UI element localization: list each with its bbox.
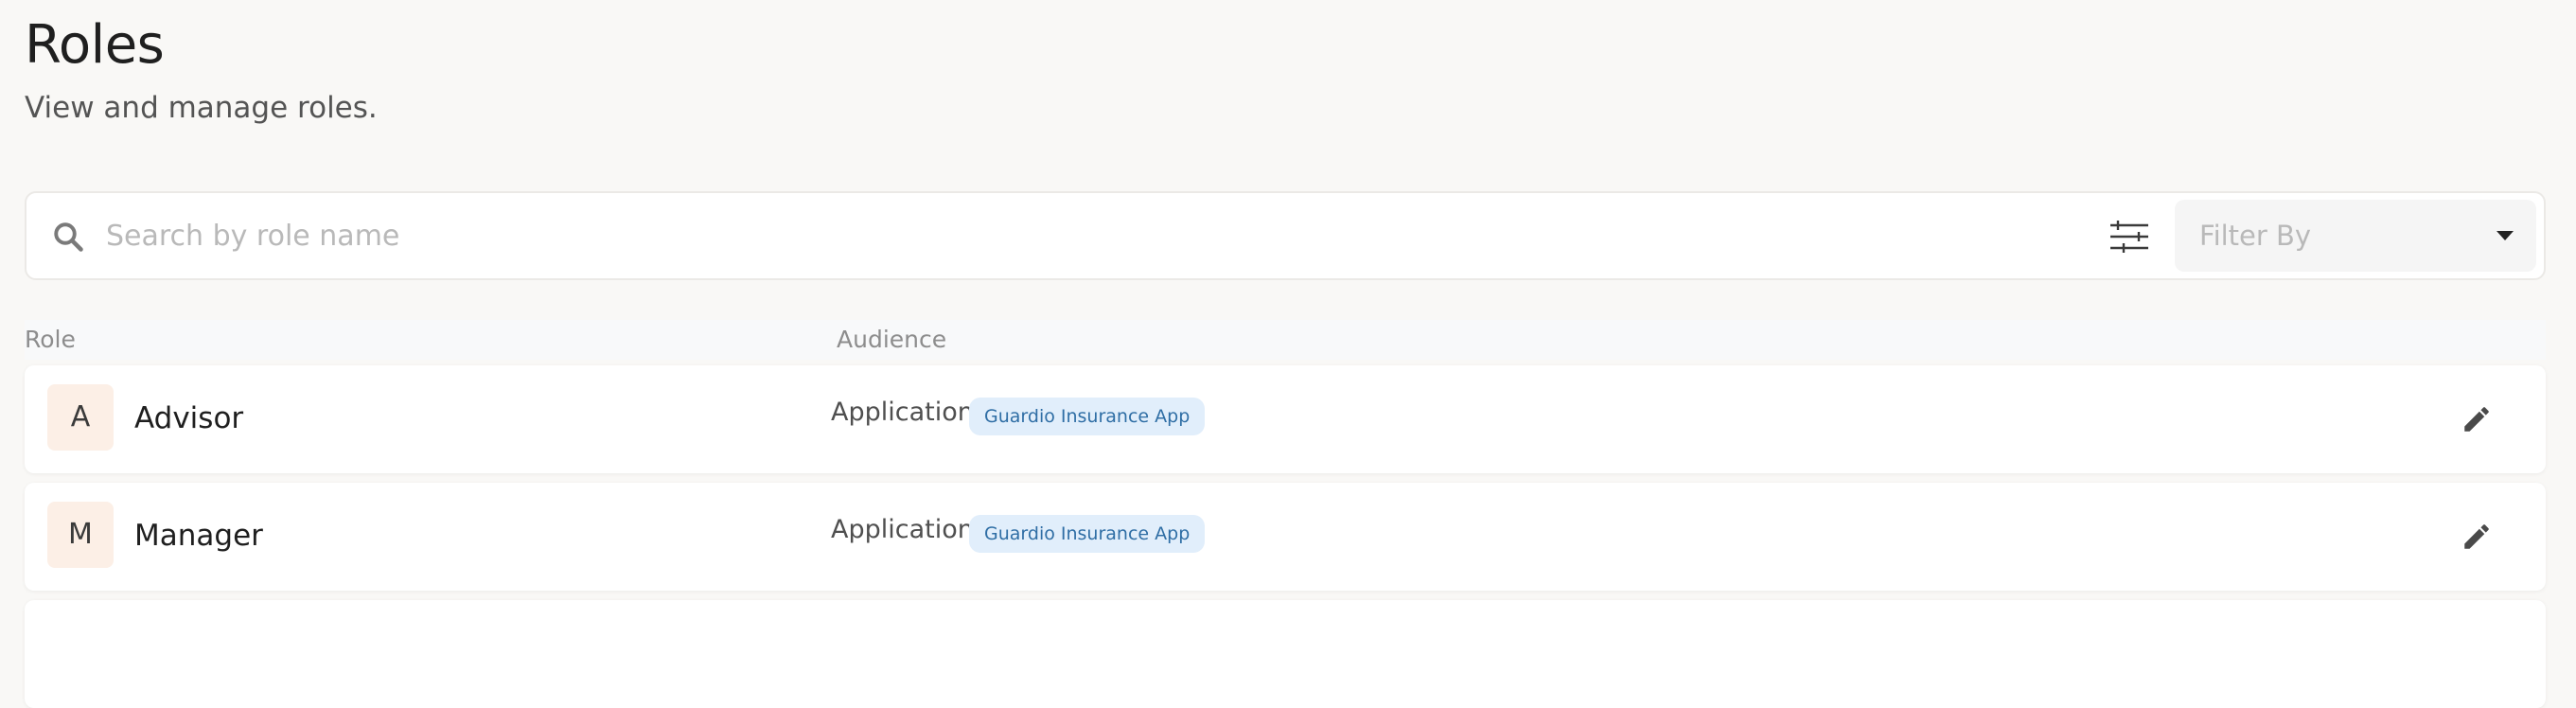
caret-down-icon <box>2497 231 2514 240</box>
table-header: Role Audience <box>25 320 2546 360</box>
role-name: Manager <box>134 519 263 553</box>
search-toolbar: Filter By <box>25 191 2546 280</box>
table-row[interactable]: M Manager Application Guardio Insurance … <box>25 483 2546 591</box>
role-name: Advisor <box>134 401 244 435</box>
column-header-role: Role <box>25 326 76 353</box>
column-header-audience: Audience <box>837 326 947 353</box>
audience-type: Application <box>831 398 974 427</box>
pencil-icon[interactable] <box>2461 403 2493 435</box>
audience-type: Application <box>831 515 974 544</box>
pencil-icon[interactable] <box>2461 521 2493 553</box>
filter-by-dropdown[interactable]: Filter By <box>2175 200 2536 272</box>
audience-app-badge: Guardio Insurance App <box>969 398 1206 435</box>
filter-by-label: Filter By <box>2199 220 2312 252</box>
table-row[interactable]: A Advisor Application Guardio Insurance … <box>25 365 2546 473</box>
avatar: M <box>47 502 114 568</box>
sliders-icon[interactable] <box>2108 218 2150 256</box>
search-icon <box>54 222 83 252</box>
page-title: Roles <box>25 14 165 76</box>
table-row-partial <box>25 600 2546 708</box>
avatar: A <box>47 384 114 451</box>
search-input[interactable] <box>100 206 1342 265</box>
audience-app-badge: Guardio Insurance App <box>969 515 1206 553</box>
page-subtitle: View and manage roles. <box>25 91 378 125</box>
